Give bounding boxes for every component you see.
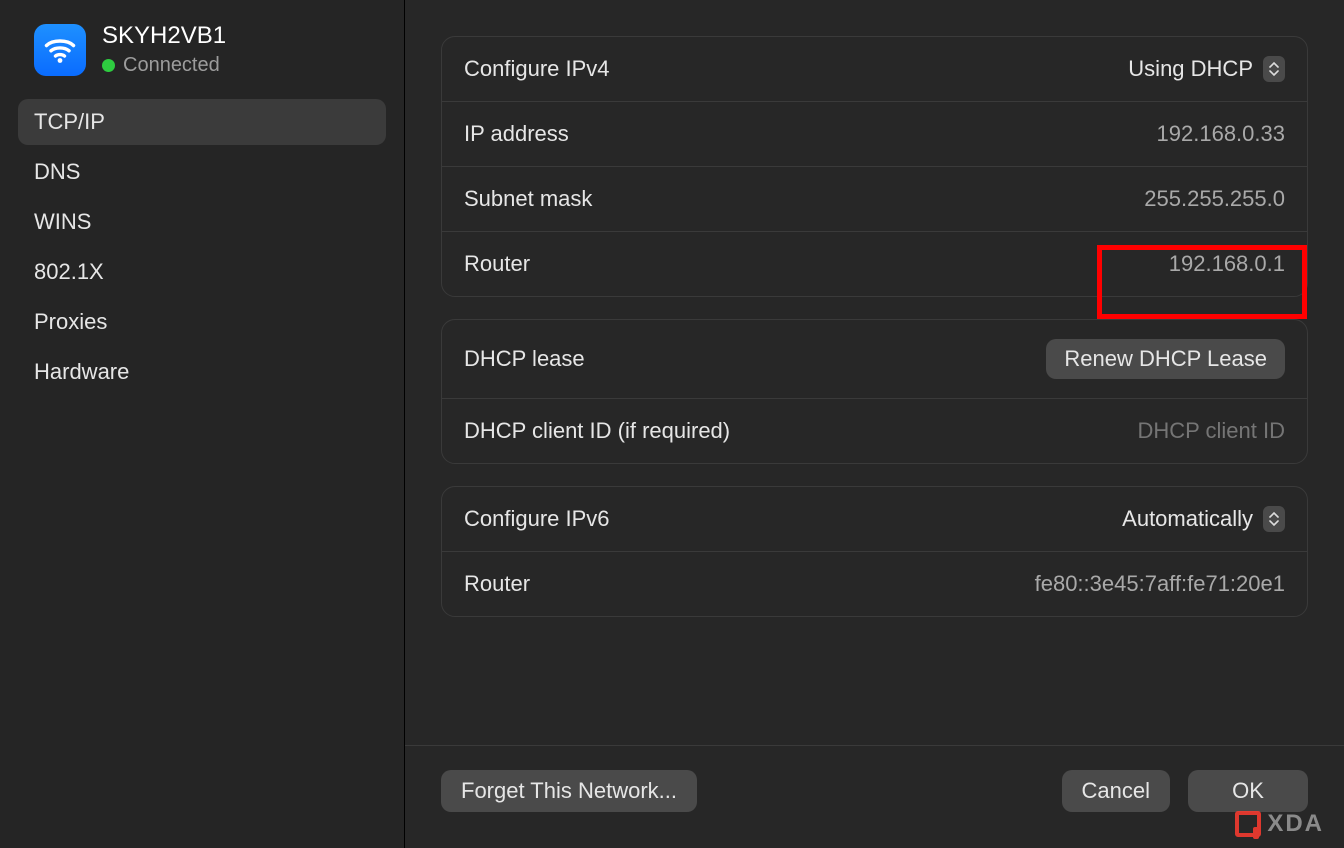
dhcp-client-id-label: DHCP client ID (if required)	[464, 418, 730, 444]
ipv4-card: Configure IPv4 Using DHCP IP address 192…	[441, 36, 1308, 297]
dhcp-client-id-row: DHCP client ID (if required) DHCP client…	[442, 398, 1307, 463]
configure-ipv4-select[interactable]: Using DHCP	[1128, 56, 1285, 82]
sidebar-nav: TCP/IP DNS WINS 802.1X Proxies Hardware	[18, 99, 386, 395]
sidebar: SKYH2VB1 Connected TCP/IP DNS WINS 802.1…	[0, 0, 405, 848]
router-ipv6-label: Router	[464, 571, 530, 597]
dhcp-client-id-input[interactable]: DHCP client ID	[1137, 418, 1285, 444]
network-status: Connected	[102, 54, 226, 77]
sidebar-item-dns[interactable]: DNS	[18, 149, 386, 195]
router-ipv6-value: fe80::3e45:7aff:fe71:20e1	[1035, 571, 1285, 597]
dhcp-lease-row: DHCP lease Renew DHCP Lease	[442, 320, 1307, 398]
renew-dhcp-lease-button[interactable]: Renew DHCP Lease	[1046, 339, 1285, 379]
configure-ipv4-label: Configure IPv4	[464, 56, 610, 82]
network-name: SKYH2VB1	[102, 22, 226, 50]
sidebar-item-proxies[interactable]: Proxies	[18, 299, 386, 345]
sidebar-item-tcpip[interactable]: TCP/IP	[18, 99, 386, 145]
sidebar-item-hardware[interactable]: Hardware	[18, 349, 386, 395]
configure-ipv6-value: Automatically	[1122, 506, 1253, 532]
chevron-up-down-icon	[1263, 56, 1285, 82]
router-ipv4-row: Router 192.168.0.1	[442, 231, 1307, 296]
status-text: Connected	[123, 54, 220, 77]
configure-ipv4-value: Using DHCP	[1128, 56, 1253, 82]
status-dot-icon	[102, 59, 115, 72]
dhcp-lease-label: DHCP lease	[464, 346, 585, 372]
router-ipv4-value: 192.168.0.1	[1169, 251, 1285, 277]
chevron-up-down-icon	[1263, 506, 1285, 532]
subnet-mask-label: Subnet mask	[464, 186, 592, 212]
configure-ipv4-row: Configure IPv4 Using DHCP	[442, 37, 1307, 101]
wifi-icon	[34, 24, 86, 76]
configure-ipv6-row: Configure IPv6 Automatically	[442, 487, 1307, 551]
sidebar-item-wins[interactable]: WINS	[18, 199, 386, 245]
router-ipv4-label: Router	[464, 251, 530, 277]
subnet-mask-row: Subnet mask 255.255.255.0	[442, 166, 1307, 231]
cancel-button[interactable]: Cancel	[1062, 770, 1170, 812]
network-header: SKYH2VB1 Connected	[18, 22, 386, 77]
configure-ipv6-label: Configure IPv6	[464, 506, 610, 532]
dhcp-card: DHCP lease Renew DHCP Lease DHCP client …	[441, 319, 1308, 464]
router-ipv6-row: Router fe80::3e45:7aff:fe71:20e1	[442, 551, 1307, 616]
sidebar-item-8021x[interactable]: 802.1X	[18, 249, 386, 295]
configure-ipv6-select[interactable]: Automatically	[1122, 506, 1285, 532]
forget-network-button[interactable]: Forget This Network...	[441, 770, 697, 812]
ipv6-card: Configure IPv6 Automatically Router fe80…	[441, 486, 1308, 617]
network-settings-window: SKYH2VB1 Connected TCP/IP DNS WINS 802.1…	[0, 0, 1344, 848]
ip-address-row: IP address 192.168.0.33	[442, 101, 1307, 166]
ok-button[interactable]: OK	[1188, 770, 1308, 812]
subnet-mask-value: 255.255.255.0	[1144, 186, 1285, 212]
main-panel: Configure IPv4 Using DHCP IP address 192…	[405, 0, 1344, 848]
ip-address-value: 192.168.0.33	[1157, 121, 1285, 147]
footer: Forget This Network... Cancel OK	[405, 745, 1344, 848]
ip-address-label: IP address	[464, 121, 569, 147]
